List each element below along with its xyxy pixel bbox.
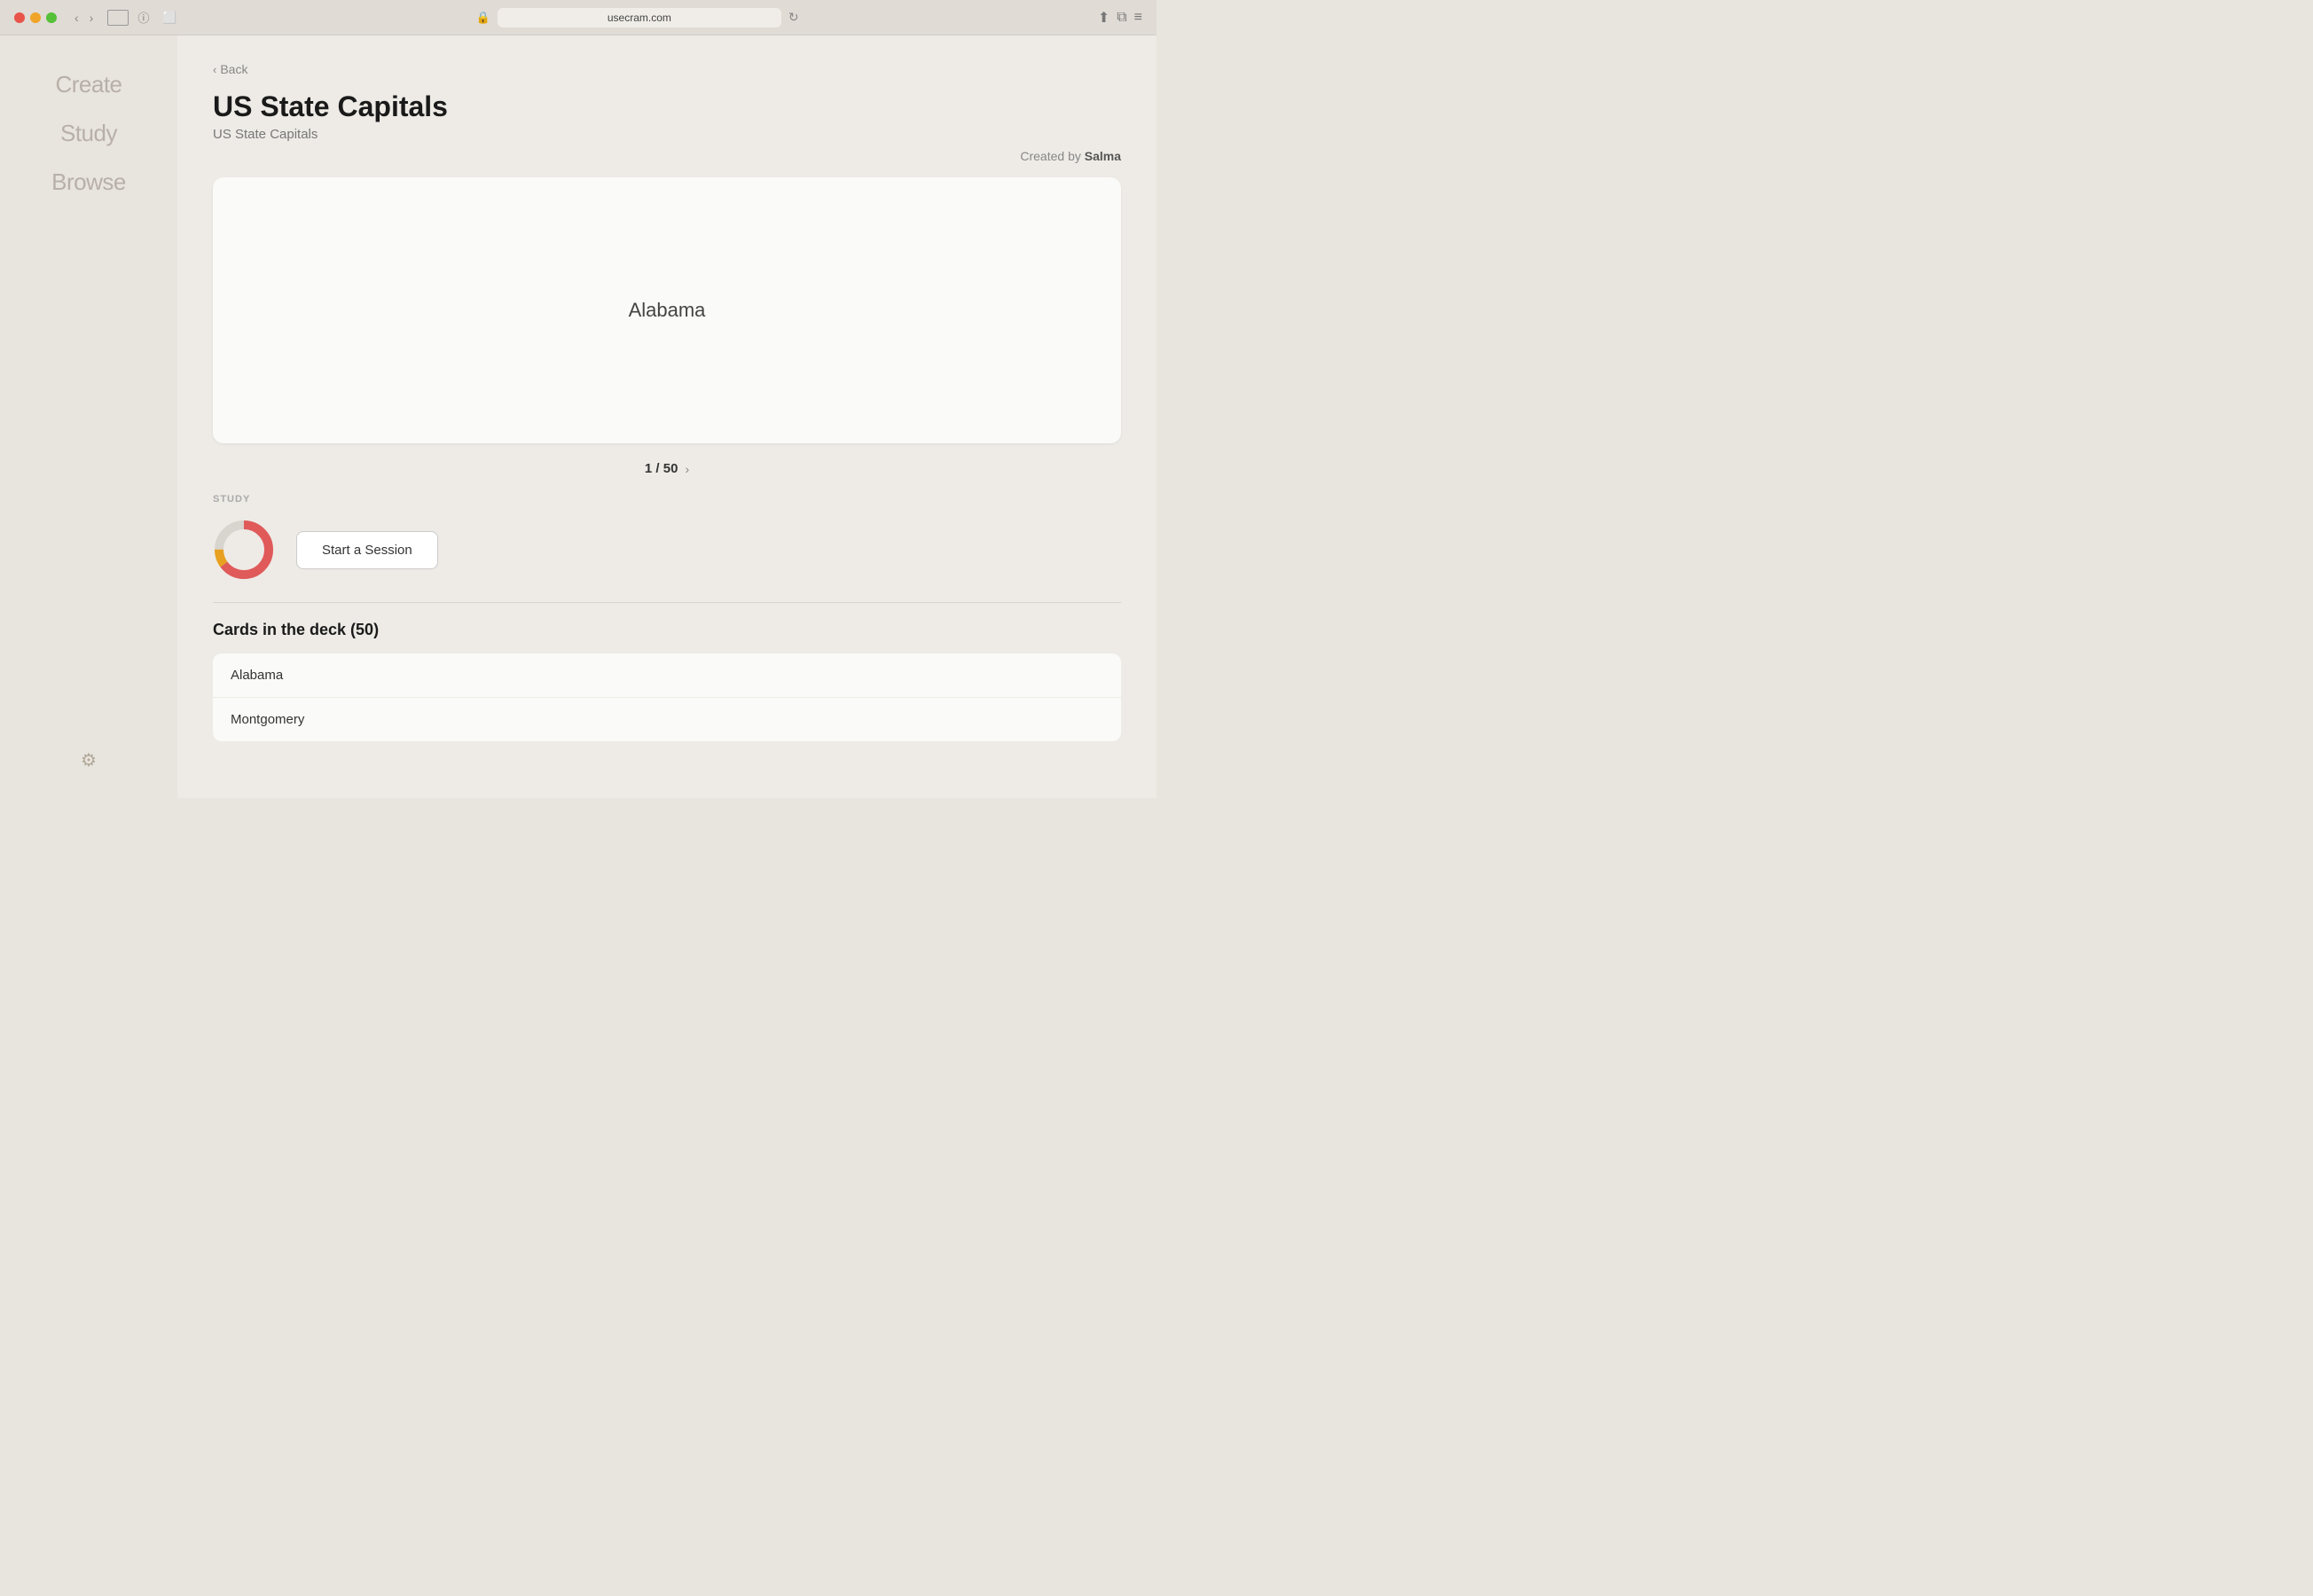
start-session-button[interactable]: Start a Session — [296, 531, 438, 569]
traffic-lights — [14, 12, 57, 23]
creator-name: Salma — [1085, 149, 1121, 163]
back-link[interactable]: ‹ Back — [213, 62, 1121, 76]
cards-section-title: Cards in the deck (50) — [213, 621, 1121, 639]
browser-chrome: ‹ › ⓘ ⬜ 🔒 ↻ ⬆ ⧉ ≡ — [0, 0, 1156, 35]
browser-nav: ‹ › — [71, 9, 97, 27]
address-bar[interactable] — [498, 8, 781, 27]
sidebar-item-browse[interactable]: Browse — [51, 168, 126, 196]
page-total: 50 — [663, 461, 678, 476]
deck-title: US State Capitals — [213, 90, 1121, 123]
card-row[interactable]: Montgomery — [213, 698, 1121, 741]
info-button[interactable]: ⓘ — [137, 11, 155, 25]
next-card-button[interactable]: › — [685, 462, 689, 476]
study-area: Start a Session — [213, 519, 1121, 581]
flashcard-word: Alabama — [629, 299, 706, 322]
screenshot-button[interactable]: ⬜ — [162, 11, 176, 25]
progress-donut — [213, 519, 275, 581]
page-current: 1 — [645, 461, 652, 476]
cards-list: Alabama Montgomery — [213, 653, 1121, 741]
back-nav-button[interactable]: ‹ — [71, 9, 82, 27]
sidebar-item-create[interactable]: Create — [55, 71, 122, 98]
back-arrow-icon: ‹ — [213, 63, 216, 76]
maximize-button[interactable] — [46, 12, 57, 23]
browser-actions: ⬆ ⧉ ≡ — [1098, 9, 1142, 27]
app-layout: Create Study Browse ⚙ ‹ Back US State Ca… — [0, 35, 1156, 798]
sidebar-toggle-button[interactable] — [107, 10, 129, 26]
minimize-button[interactable] — [30, 12, 41, 23]
sidebar-nav: Create Study Browse — [51, 71, 126, 749]
study-section-label: STUDY — [213, 494, 1121, 505]
sidebar-item-study[interactable]: Study — [60, 120, 117, 147]
menu-button[interactable]: ≡ — [1134, 10, 1142, 26]
forward-nav-button[interactable]: › — [86, 9, 98, 27]
tabs-button[interactable]: ⧉ — [1117, 10, 1126, 26]
address-bar-container: 🔒 ↻ — [184, 8, 1091, 27]
pagination: 1 / 50 › — [213, 461, 1121, 476]
main-content: ‹ Back US State Capitals US State Capita… — [177, 35, 1156, 798]
page-separator: / — [655, 461, 663, 476]
created-by-label: Created by — [1020, 149, 1080, 163]
page-info: 1 / 50 — [645, 461, 678, 476]
card-row[interactable]: Alabama — [213, 653, 1121, 698]
back-link-label: Back — [220, 62, 247, 76]
created-by: Created by Salma — [213, 149, 1121, 163]
donut-chart-svg — [213, 519, 275, 581]
reload-button[interactable]: ↻ — [788, 10, 799, 25]
deck-subtitle: US State Capitals — [213, 127, 1121, 142]
close-button[interactable] — [14, 12, 25, 23]
share-button[interactable]: ⬆ — [1098, 9, 1109, 27]
gear-icon[interactable]: ⚙ — [81, 749, 97, 771]
flashcard[interactable]: Alabama — [213, 177, 1121, 443]
sidebar: Create Study Browse ⚙ — [0, 35, 177, 798]
section-divider — [213, 602, 1121, 603]
